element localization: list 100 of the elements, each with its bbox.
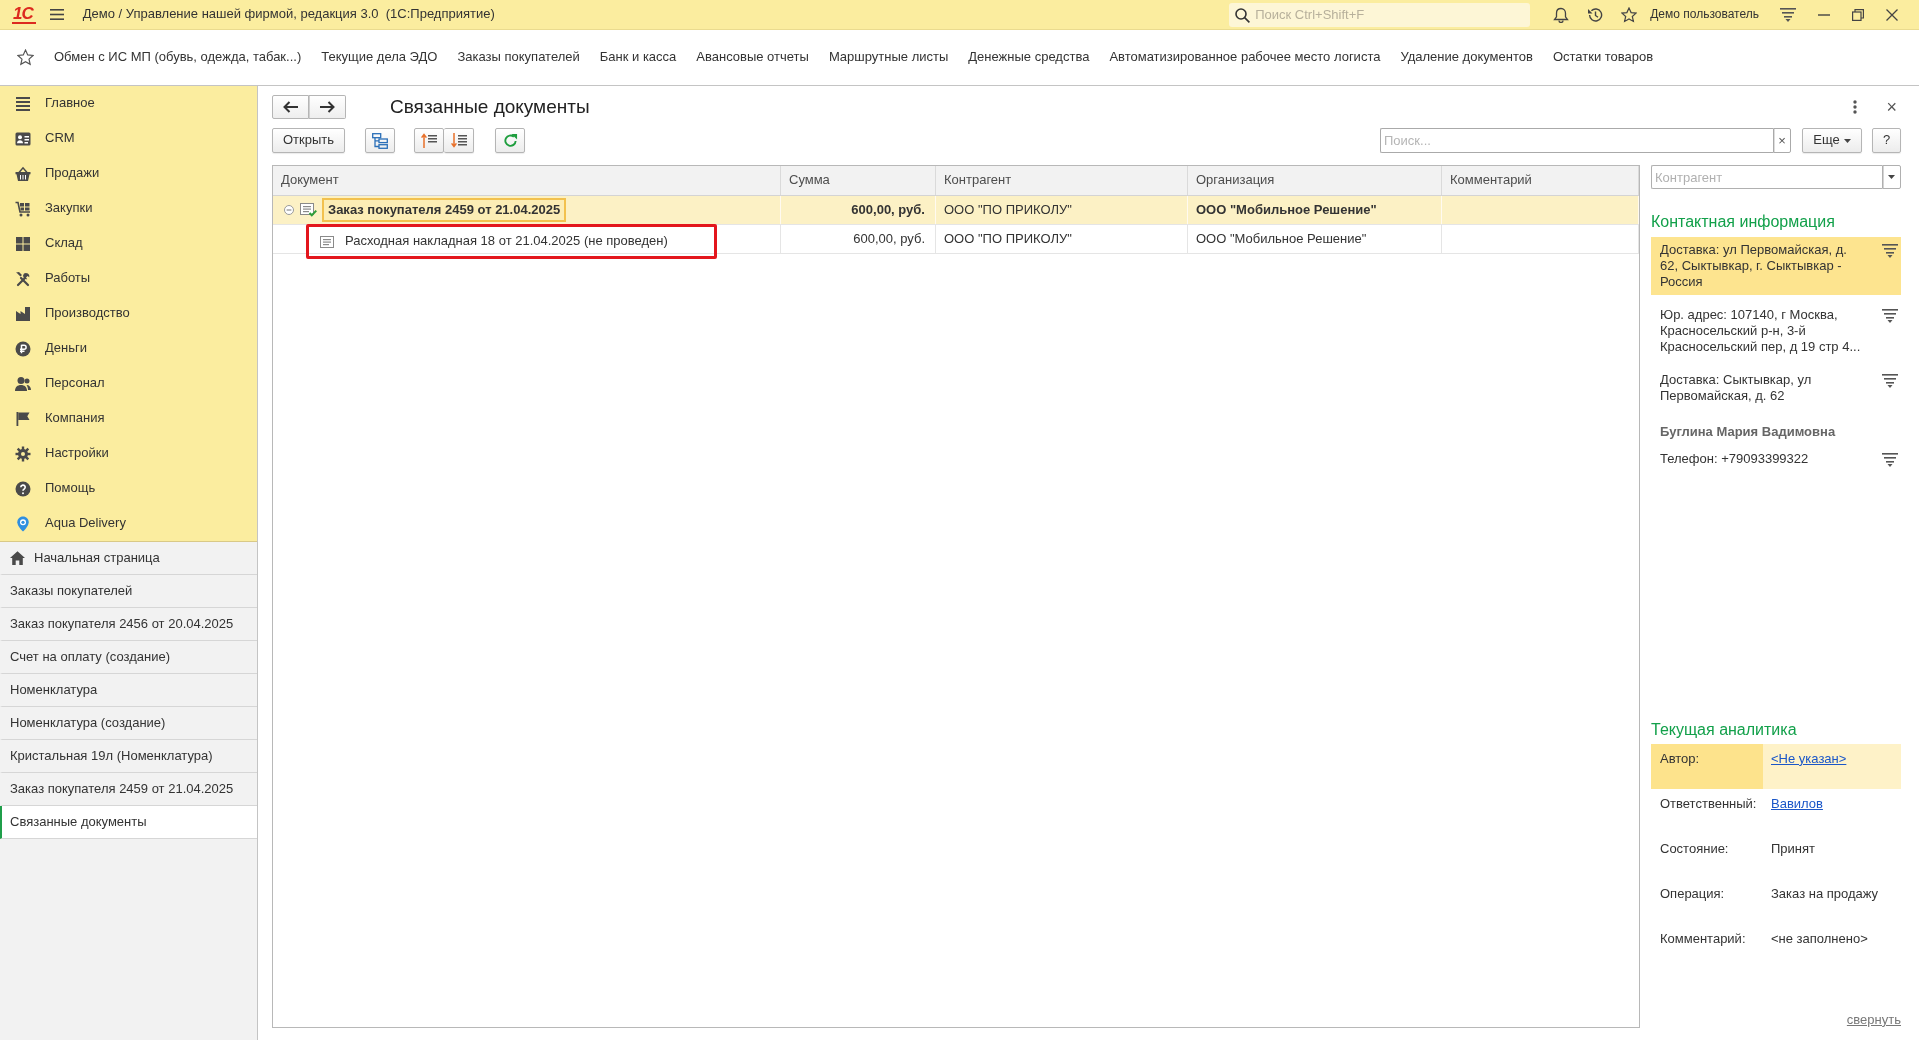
history-icon[interactable] (1587, 6, 1604, 23)
value-link[interactable]: Вавилов (1763, 788, 1823, 812)
favorite-link[interactable]: Маршрутные листы (828, 49, 949, 66)
sidebar-item[interactable]: Персонал (0, 366, 257, 401)
table-cell: ООО "ПО ПРИКОЛУ" (936, 225, 1188, 253)
sidebar-item[interactable]: CRM (0, 121, 257, 156)
sidebar-item[interactable]: Закупки (0, 191, 257, 226)
user-name[interactable]: Демо пользователь (1650, 7, 1759, 22)
more-button[interactable]: Еще (1802, 128, 1862, 153)
hierarchy-icon (372, 132, 389, 149)
sidebar-item[interactable]: Работы (0, 261, 257, 296)
field-label: Ответственный: (1659, 794, 1758, 813)
sidebar-item[interactable]: Производство (0, 296, 257, 331)
sort-ascending-button[interactable] (414, 128, 445, 153)
analytics-row[interactable]: Комментарий: <не заполнено> (1651, 923, 1901, 969)
flag-icon (15, 410, 31, 427)
table-cell: ООО "ПО ПРИКОЛУ" (936, 196, 1188, 224)
window-tab[interactable]: Заказы покупателей (0, 575, 257, 608)
lines-caret-icon[interactable] (1882, 244, 1898, 258)
sort-descending-button[interactable] (444, 128, 475, 153)
sidebar-item[interactable]: Склад (0, 226, 257, 261)
column-header[interactable]: Комментарий (1442, 166, 1639, 195)
sidebar-item[interactable]: Продажи (0, 156, 257, 191)
counterparty-field[interactable]: Контрагент (1651, 165, 1882, 189)
menu-icon[interactable] (49, 9, 64, 20)
column-header[interactable]: Документ (273, 166, 781, 195)
sidebar-item[interactable]: Помощь (0, 471, 257, 506)
cart-icon (15, 200, 31, 217)
document-name[interactable]: Расходная накладная 18 от 21.04.2025 (не проведен) (339, 229, 674, 254)
field-label: Операция: (1659, 884, 1726, 903)
caret-icon (1843, 138, 1851, 143)
sort-descending-icon (450, 133, 467, 148)
contact-text: Доставка: ул Первомайская, д. 62, Сыктывкар, г. Сыктывкар - Россия (1660, 242, 1848, 290)
star-icon[interactable] (1621, 6, 1638, 23)
hierarchy-button[interactable] (365, 128, 396, 153)
contact-item[interactable]: Юр. адрес: 107140, г Москва, Красносельский р-н, 3-й Красносельский пер, д 19 стр 4... (1651, 302, 1901, 360)
column-header[interactable]: Организация (1188, 166, 1442, 195)
favorite-link[interactable]: Удаление документов (1400, 49, 1533, 66)
restore-icon[interactable] (1852, 8, 1864, 21)
table-row[interactable]: Расходная накладная 18 от 21.04.2025 (не проведен) 600,00, руб. ООО "ПО ПРИКОЛУ" ООО "Мобильное Решение" (273, 225, 1639, 254)
favorite-link[interactable]: Банк и касса (599, 49, 677, 66)
lines-caret-icon[interactable] (1882, 309, 1898, 323)
bell-icon[interactable] (1553, 6, 1570, 23)
contact-name: Буглина Мария Вадимовна (1659, 423, 1837, 441)
clear-button[interactable]: × (1773, 128, 1791, 153)
favorite-link[interactable]: Обмен с ИС МП (обувь, одежда, табак...) (54, 49, 302, 66)
refresh-button[interactable] (495, 128, 526, 153)
forward-button[interactable] (309, 95, 346, 119)
lines-caret-icon[interactable] (1882, 453, 1898, 467)
column-header[interactable]: Контрагент (936, 166, 1188, 195)
contact-item[interactable]: Доставка: Сыктывкар, ул Первомайская, д. 62 (1651, 367, 1901, 409)
table-cell: 600,00, руб. (781, 225, 936, 253)
favorite-link[interactable]: Текущие дела ЭДО (321, 49, 438, 66)
value-link[interactable]: <Не указан> (1763, 743, 1847, 767)
field-label: Автор: (1651, 743, 1763, 789)
window-tab[interactable]: Номенклатура (0, 674, 257, 707)
back-button[interactable] (272, 95, 309, 119)
window-tab[interactable]: Связанные документы (0, 806, 257, 839)
window-tab[interactable]: Кристальная 19л (Номенклатура) (0, 740, 257, 773)
collapse-link[interactable]: свернуть (1846, 1011, 1901, 1028)
help-button[interactable]: ? (1872, 128, 1901, 153)
open-button[interactable]: Открыть (272, 128, 346, 153)
sidebar-item[interactable]: Деньги (0, 331, 257, 366)
favorite-link[interactable]: Заказы покупателей (457, 49, 580, 66)
form-title: Связанные документы (390, 95, 590, 119)
window-tab[interactable]: Заказ покупателя 2456 от 20.04.2025 (0, 608, 257, 641)
window-tab[interactable]: Номенклатура (создание) (0, 707, 257, 740)
close-icon[interactable] (1886, 8, 1898, 21)
analytics-row[interactable]: Автор: <Не указан> (1651, 743, 1901, 789)
analytics-row[interactable]: Ответственный: Вавилов (1651, 788, 1901, 834)
search-field[interactable]: Поиск... (1380, 128, 1773, 153)
window-tab[interactable]: Счет на оплату (создание) (0, 641, 257, 674)
window-tab[interactable]: Начальная страница (0, 542, 257, 575)
column-header[interactable]: Сумма (781, 166, 936, 195)
favorite-link[interactable]: Денежные средства (968, 49, 1090, 66)
sidebar-item[interactable]: Компания (0, 401, 257, 436)
analytics-row[interactable]: Операция: Заказ на продажу (1651, 878, 1901, 924)
document-name[interactable]: Заказ покупателя 2459 от 21.04.2025 (322, 197, 567, 223)
factory-icon (15, 305, 31, 322)
table-row[interactable]: Заказ покупателя 2459 от 21.04.2025 600,00, руб. ООО "ПО ПРИКОЛУ" ООО "Мобильное Решение" (273, 196, 1639, 225)
lines-caret-icon[interactable] (1780, 7, 1796, 22)
tools-icon (15, 270, 31, 287)
lines-caret-icon[interactable] (1882, 374, 1898, 388)
favorite-link[interactable]: Авансовые отчеты (696, 49, 809, 66)
close-button[interactable]: × (1882, 98, 1901, 116)
analytics-row[interactable]: Состояние: Принят (1651, 833, 1901, 879)
sidebar-item[interactable]: Aqua Delivery (0, 506, 257, 541)
contact-item[interactable]: Телефон: +79093399322 (1651, 446, 1901, 472)
minimize-icon[interactable] (1818, 13, 1830, 16)
sidebar-item[interactable]: Главное (0, 86, 257, 121)
caret-icon (1888, 175, 1895, 179)
favorite-link[interactable]: Автоматизированное рабочее место логиста (1109, 49, 1381, 66)
sidebar-item[interactable]: Настройки (0, 436, 257, 471)
star-icon[interactable] (17, 49, 34, 66)
favorite-link[interactable]: Остатки товаров (1552, 49, 1654, 66)
dropdown-button[interactable] (1882, 165, 1901, 189)
table-cell: 600,00, руб. (781, 196, 936, 224)
search-field[interactable]: Поиск Ctrl+Shift+F (1229, 2, 1531, 27)
kebab-menu-icon[interactable] (1853, 100, 1858, 114)
contact-item[interactable]: Доставка: ул Первомайская, д. 62, Сыктывкар, г. Сыктывкар - Россия (1651, 237, 1901, 295)
